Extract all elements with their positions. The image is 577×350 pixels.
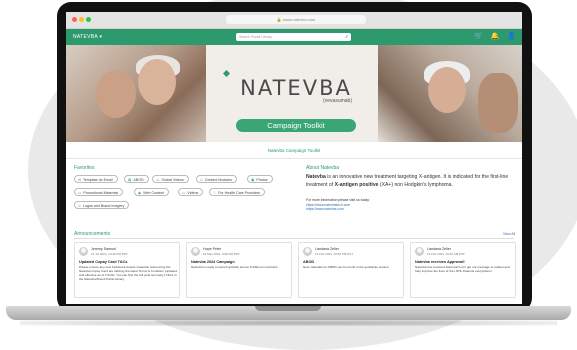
photo-person [478,73,518,133]
favorite-chip-email-template[interactable]: ✉ Template do Email [74,175,118,183]
announcement-card[interactable]: Hope Peter 19 May 2024, 9:08 AM PDT Nate… [186,242,292,298]
about-link-main[interactable]: https://www.natevba.com [306,207,370,212]
announcement-author: Jeremy Samuel [91,247,116,251]
announcements-title: Announcements [74,231,111,237]
url-text: www.natevba.com [282,17,316,22]
maximize-window-dot[interactable] [86,17,91,22]
avatar [191,247,200,256]
logo-wordmark: NATEVBA [240,76,352,100]
favorite-chip-abod[interactable]: ▤ ABOD [124,175,149,183]
announcement-body: Natevba has received Approval! Let's get… [415,265,510,274]
cart-icon[interactable]: 🛒 [474,33,483,40]
star-icon: ✩ [78,204,82,208]
favorite-chip-content-modules[interactable]: ◇ Content Modules [196,175,237,183]
favorite-chip-global-videos[interactable]: ▭ Global Videos [152,175,189,183]
about-info: For more information please visit us tod… [306,198,370,212]
photo-person [96,70,136,118]
search-placeholder: Search Portal Library [239,35,272,39]
section-subtitle: Natevba Campaign Toolkit [66,144,522,159]
url-bar[interactable]: 🔒 www.natevba.com [226,15,366,24]
search-icon[interactable]: ⌕ [345,33,348,41]
announcements-divider [74,238,514,239]
photo-person [138,59,176,105]
announcement-date: 13 Feb 2024, 10:52 AM PST [427,252,465,256]
logo-accent-mark [222,69,231,78]
bell-icon[interactable]: 🔔 [491,33,500,40]
lock-icon: 🔒 [276,17,282,22]
view-all-link[interactable]: View All [503,232,515,236]
avatar [303,247,312,256]
announcement-body: Natevba is ready to launch globally acro… [191,265,278,269]
announcement-date: 21 Jul 2024, 10:49 PM PDT [91,252,128,256]
avatar [79,247,88,256]
hero-photo-right [378,45,522,142]
announcement-card[interactable]: Jeremy Samuel 21 Jul 2024, 10:49 PM PDT … [74,242,180,298]
app-menu[interactable]: NATEVBA ▾ [73,34,102,40]
announcement-headline: ABOD [303,260,315,264]
about-title: About Natevba [306,165,340,171]
announcement-date: 13 Feb 2024, 10:52 PM PST [315,252,354,256]
app-navbar: NATEVBA ▾ Search Portal Library ⌕ 🛒 🔔 👤 [66,29,522,45]
hero-photo-left [66,45,206,142]
about-brand: Natevba [306,174,326,180]
hero-banner: NATEVBA (vevasumab) Campaign Toolkit [66,45,522,142]
announcement-date: 19 May 2024, 9:08 AM PDT [203,252,240,256]
folder-icon: ▭ [78,191,82,195]
photo-person [428,67,466,113]
announcement-author: Landana Zeller [427,247,451,251]
avatar [415,247,424,256]
document-icon: ▤ [128,178,132,182]
favorite-chip-hcp[interactable]: ♡ For Health Care Providers [209,188,265,196]
about-description: Natevba is an innovative new treatment t… [306,174,509,188]
announcement-headline: Updated Copay Card T&Cs [79,260,128,264]
user-icon[interactable]: 👤 [507,33,516,40]
globe-icon: ◉ [138,191,142,195]
search-input[interactable]: Search Portal Library ⌕ [236,33,351,41]
laptop-shadow [20,320,557,326]
close-window-dot[interactable] [72,17,77,22]
announcement-body: New materials for ABOD can be found in t… [303,265,390,269]
announcement-card[interactable]: Landana Zeller 13 Feb 2024, 10:52 PM PST… [298,242,404,298]
video-icon: ▭ [156,178,160,182]
favorite-chip-logos[interactable]: ✩ Logos and Brand Imagery [74,201,130,209]
app-name: NATEVBA [73,34,98,40]
campaign-toolkit-button[interactable]: Campaign Toolkit [236,119,356,132]
nav-icons: 🛒 🔔 👤 [468,32,516,40]
about-highlight: X-antigen positive [334,181,379,188]
favorites-title: Favorites [74,165,95,171]
envelope-icon: ✉ [78,178,82,182]
about-info-label: For more information please visit us tod… [306,198,370,202]
favorite-chip-web-content[interactable]: ◉ Web Content [134,188,170,196]
announcement-card[interactable]: Landana Zeller 13 Feb 2024, 10:52 AM PST… [410,242,516,298]
laptop-notch [255,306,321,311]
announcement-body: Please ensure any new Fieldwork-Assets m… [79,265,177,282]
modules-icon: ◇ [200,178,203,182]
announcement-headline: Natevba receives Approval! [415,260,465,264]
heart-icon: ♡ [213,191,217,195]
browser-toolbar: 🔒 www.natevba.com [66,12,522,29]
brand-logo: NATEVBA (vevasumab) [222,69,366,104]
laptop-screen: 🔒 www.natevba.com NATEVBA ▾ Search Porta… [66,12,522,304]
favorite-chip-videos[interactable]: ▭ Videos [178,188,204,196]
video-icon: ▭ [182,191,186,195]
photo-icon: ▣ [251,178,255,182]
announcement-author: Landana Zeller [315,247,339,251]
announcement-headline: Natevba 2024 Campaign [191,260,235,264]
minimize-window-dot[interactable] [79,17,84,22]
favorite-chip-photos[interactable]: ▣ Photos [247,175,273,183]
favorite-chip-promotional-materials[interactable]: ▭ Promotional Materials [74,188,124,196]
chevron-down-icon: ▾ [99,34,103,40]
announcement-author: Hope Peter [203,247,222,251]
